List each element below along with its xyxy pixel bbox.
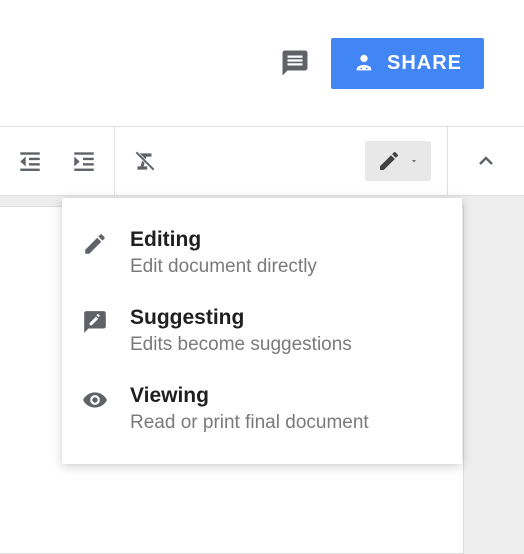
menu-item-desc: Edit document directly xyxy=(130,256,442,278)
eye-icon xyxy=(82,387,110,415)
menu-item-title: Suggesting xyxy=(130,306,442,330)
editing-mode-button[interactable] xyxy=(365,141,431,181)
toolbar xyxy=(0,126,524,196)
pencil-icon xyxy=(82,231,110,259)
collapse-toolbar-button[interactable] xyxy=(468,143,504,179)
menu-item-title: Viewing xyxy=(130,384,442,408)
menu-item-suggesting[interactable]: Suggesting Edits become suggestions xyxy=(62,292,462,370)
editing-mode-menu: Editing Edit document directly Suggestin… xyxy=(62,198,462,464)
menu-item-desc: Edits become suggestions xyxy=(130,334,442,356)
menu-item-viewing[interactable]: Viewing Read or print final document xyxy=(62,370,462,448)
suggest-icon xyxy=(82,309,110,337)
comment-history-icon[interactable] xyxy=(279,47,311,79)
menu-item-desc: Read or print final document xyxy=(130,412,442,434)
header-bar: SHARE xyxy=(0,0,524,126)
share-button[interactable]: SHARE xyxy=(331,38,484,89)
menu-item-editing[interactable]: Editing Edit document directly xyxy=(62,214,462,292)
dropdown-caret-icon xyxy=(409,156,419,166)
indent-decrease-button[interactable] xyxy=(12,143,48,179)
pencil-icon xyxy=(377,149,401,173)
menu-item-title: Editing xyxy=(130,228,442,252)
share-button-label: SHARE xyxy=(387,52,462,75)
clear-formatting-button[interactable] xyxy=(127,143,163,179)
indent-increase-button[interactable] xyxy=(66,143,102,179)
share-person-icon xyxy=(353,52,375,74)
